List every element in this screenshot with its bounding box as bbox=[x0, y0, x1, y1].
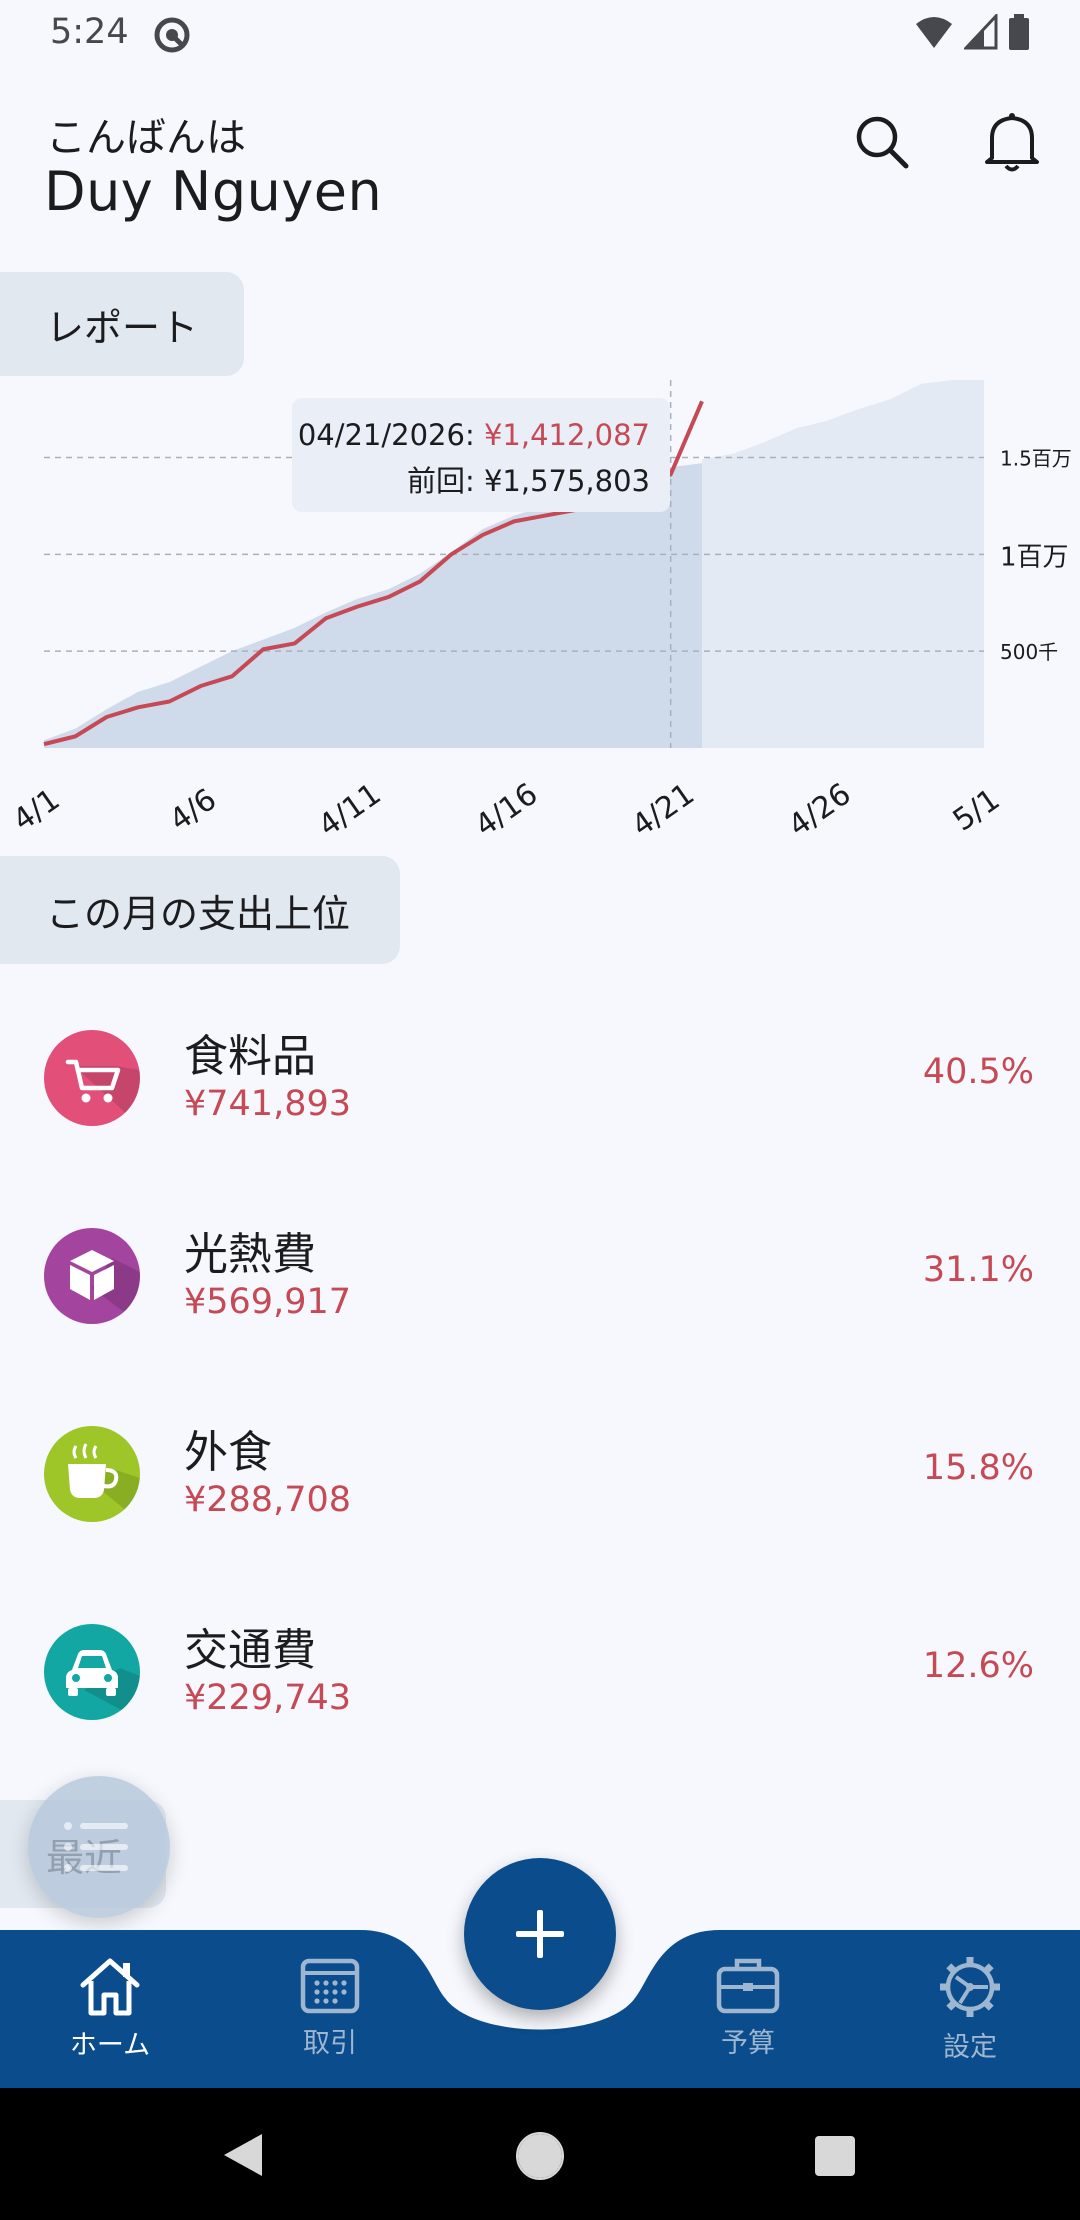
plus-icon bbox=[516, 1910, 564, 1958]
category-icon-bg bbox=[44, 1624, 140, 1720]
chart-y-tick-label: 1.5百万 bbox=[1000, 446, 1072, 470]
spend-item-transport[interactable]: 交通費 ¥229,743 12.6% bbox=[0, 1594, 1080, 1792]
tooltip-previous-value: 前回: ¥1,575,803 bbox=[406, 464, 650, 498]
spend-item-name: 外食 bbox=[184, 1427, 272, 1478]
category-icon-bg bbox=[44, 1426, 140, 1522]
chart-x-tick-label: 4/26 bbox=[782, 777, 857, 844]
greeting-text: こんばんは bbox=[46, 115, 246, 161]
category-icon-bg bbox=[44, 1030, 140, 1126]
chart-x-tick-label: 5/1 bbox=[947, 782, 1007, 838]
box-icon bbox=[70, 1250, 140, 1324]
status-bar: 5:24 bbox=[0, 0, 1080, 68]
category-icon-bg bbox=[44, 1228, 140, 1324]
spend-item-percent: 15.8% bbox=[922, 1448, 1034, 1488]
chart-x-tick-label: 4/6 bbox=[163, 782, 223, 838]
chart-area-series-1 bbox=[702, 380, 984, 748]
battery-icon bbox=[1009, 14, 1029, 50]
nav-home[interactable]: ホーム bbox=[35, 1955, 185, 2062]
chart-y-tick-label: 1百万 bbox=[1000, 542, 1069, 572]
spend-item-percent: 12.6% bbox=[922, 1646, 1034, 1686]
spend-item-percent: 31.1% bbox=[922, 1250, 1034, 1290]
overview-icon[interactable] bbox=[813, 2134, 857, 2178]
nav-label: 取引 bbox=[303, 2028, 357, 2059]
spend-item-dining[interactable]: 外食 ¥288,708 15.8% bbox=[0, 1396, 1080, 1594]
search-icon bbox=[856, 116, 909, 169]
spend-item-name: 食料品 bbox=[184, 1031, 316, 1082]
chart-x-tick-label: 4/1 bbox=[7, 782, 67, 838]
user-name: Duy Nguyen bbox=[44, 160, 383, 223]
home-icon bbox=[80, 1958, 140, 2016]
spend-item-amount: ¥569,917 bbox=[184, 1282, 352, 1322]
tooltip-date: 04/21/2026: bbox=[297, 418, 484, 452]
spend-item-groceries[interactable]: 食料品 ¥741,893 40.5% bbox=[0, 1000, 1080, 1198]
at-sign-icon bbox=[154, 17, 190, 53]
briefcase-icon bbox=[716, 1958, 780, 2014]
chart-y-tick-label: 500千 bbox=[1000, 640, 1058, 664]
nav-label: ホーム bbox=[69, 2030, 151, 2061]
status-time: 5:24 bbox=[50, 12, 129, 52]
spend-item-amount: ¥229,743 bbox=[184, 1678, 352, 1718]
gear-icon bbox=[940, 1957, 1000, 2017]
chart-tooltip: 04/21/2026: ¥1,412,087 前回: ¥1,575,803 bbox=[292, 398, 670, 512]
bell-icon bbox=[985, 113, 1039, 172]
car-icon bbox=[66, 1650, 140, 1720]
cell-signal-icon bbox=[964, 14, 998, 50]
spend-item-name: 交通費 bbox=[184, 1625, 316, 1676]
spend-item-percent: 40.5% bbox=[922, 1052, 1034, 1092]
nav-transactions[interactable]: 取引 bbox=[255, 1955, 405, 2060]
nav-budget[interactable]: 予算 bbox=[673, 1955, 823, 2060]
spend-item-utilities[interactable]: 光熱費 ¥569,917 31.1% bbox=[0, 1198, 1080, 1396]
status-icons bbox=[914, 14, 1030, 50]
back-icon[interactable] bbox=[222, 2132, 264, 2178]
top-spending-section-tab[interactable]: この月の支出上位 bbox=[0, 856, 400, 964]
add-transaction-button[interactable] bbox=[464, 1858, 616, 2010]
spend-item-amount: ¥741,893 bbox=[184, 1084, 352, 1124]
nav-label: 予算 bbox=[721, 2028, 775, 2059]
tooltip-current-value: ¥1,412,087 bbox=[483, 418, 650, 452]
list-icon bbox=[64, 1822, 128, 1872]
notifications-button[interactable] bbox=[972, 102, 1052, 182]
chart-x-tick-label: 4/16 bbox=[469, 777, 544, 844]
search-button[interactable] bbox=[842, 102, 922, 182]
system-nav-bar bbox=[0, 2088, 1080, 2220]
report-section-tab[interactable]: レポート bbox=[0, 272, 244, 376]
cart-icon bbox=[65, 1059, 140, 1126]
chart-x-tick-label: 4/21 bbox=[626, 777, 701, 844]
home-circle-icon[interactable] bbox=[514, 2130, 566, 2182]
calendar-icon bbox=[300, 1958, 360, 2014]
chart-x-tick-label: 4/11 bbox=[312, 777, 387, 844]
nav-settings[interactable]: 設定 bbox=[895, 1955, 1045, 2064]
wifi-icon bbox=[916, 17, 952, 48]
coffee-cup-icon bbox=[68, 1443, 140, 1522]
list-view-button[interactable] bbox=[28, 1776, 170, 1918]
spend-item-amount: ¥288,708 bbox=[184, 1480, 352, 1520]
nav-label: 設定 bbox=[943, 2032, 997, 2063]
spend-item-name: 光熱費 bbox=[184, 1229, 316, 1280]
